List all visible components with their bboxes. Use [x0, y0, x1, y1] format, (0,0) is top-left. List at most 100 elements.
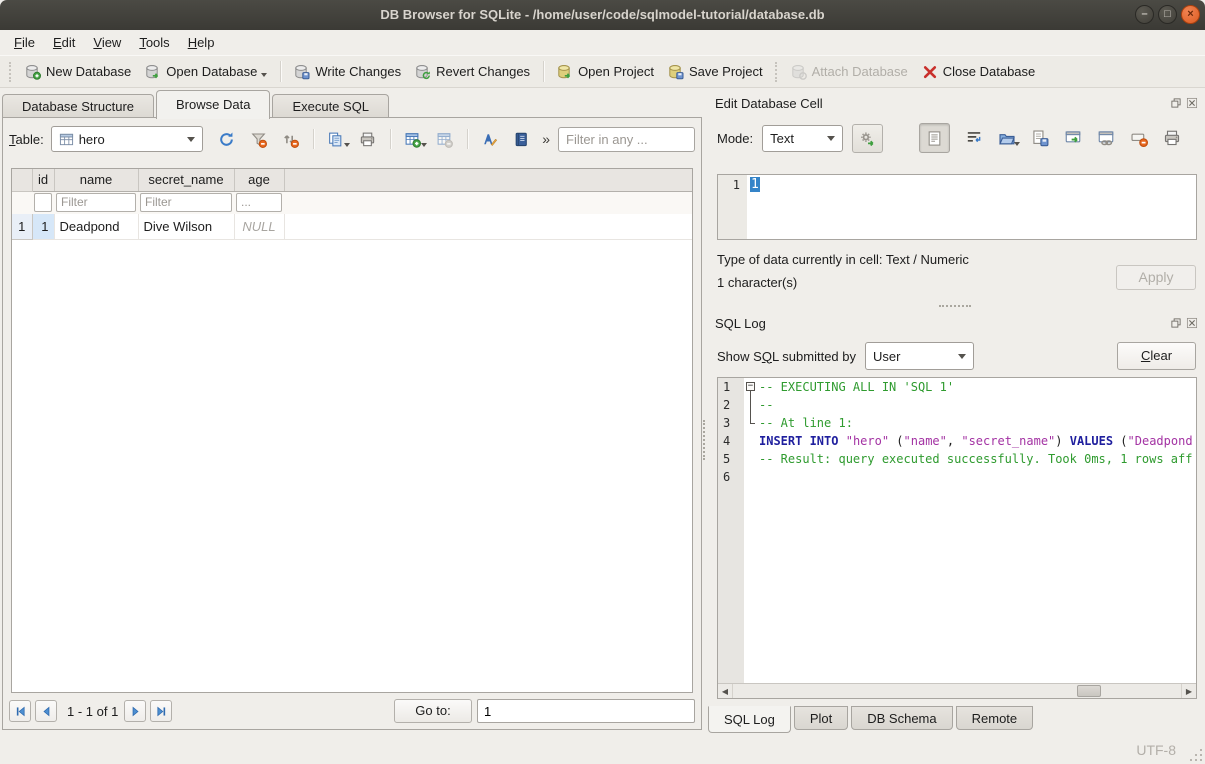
revert-changes-button[interactable]: Revert Changes	[408, 61, 537, 83]
close-database-button[interactable]: Close Database	[915, 61, 1043, 83]
dock-tab-remote[interactable]: Remote	[956, 706, 1034, 730]
column-header-age[interactable]: age	[234, 169, 284, 191]
dock-tab-plot[interactable]: Plot	[794, 706, 848, 730]
scrollbar-thumb[interactable]	[1077, 685, 1101, 697]
scroll-right-icon[interactable]: ▶	[1181, 684, 1196, 698]
table-select[interactable]: hero	[51, 126, 203, 152]
fold-marker[interactable]: −	[744, 378, 759, 396]
filter-input-age[interactable]: ...	[236, 193, 282, 212]
encoding-label: UTF-8	[1136, 742, 1176, 758]
mode-select[interactable]: Text	[762, 125, 843, 152]
horizontal-splitter[interactable]	[707, 301, 1203, 309]
scrollbar-track[interactable]	[733, 684, 1181, 698]
word-wrap-button[interactable]	[965, 129, 983, 147]
log-line-number: 6	[718, 468, 744, 486]
dock-tab-sql-log[interactable]: SQL Log	[708, 706, 791, 733]
vertical-splitter[interactable]	[703, 420, 706, 460]
next-record-button[interactable]	[124, 700, 146, 722]
apply-button[interactable]: Apply	[1116, 265, 1196, 290]
text-mode-toggle[interactable]	[919, 123, 950, 153]
close-panel-icon[interactable]	[1186, 317, 1198, 329]
sql-log-view[interactable]: 1−-- EXECUTING ALL IN 'SQL 1'2--3-- At l…	[717, 377, 1197, 699]
log-line-text: --	[759, 396, 1196, 414]
scroll-left-icon[interactable]: ◀	[718, 684, 733, 698]
log-horizontal-scrollbar[interactable]: ◀ ▶	[718, 683, 1196, 698]
open-database-button[interactable]: Open Database	[138, 60, 274, 83]
previous-record-button[interactable]	[35, 700, 57, 722]
clear-filter-button[interactable]	[247, 127, 271, 151]
sql-source-select[interactable]: User	[865, 342, 974, 370]
toolbar-overflow-chevron[interactable]: »	[542, 131, 550, 147]
chevron-down-icon[interactable]	[261, 73, 267, 80]
close-panel-icon[interactable]	[1186, 97, 1198, 109]
log-line-number: 2	[718, 396, 744, 414]
toolbar-button-label: New Database	[46, 64, 131, 79]
menu-edit[interactable]: Edit	[44, 30, 84, 55]
nav-prev-icon	[40, 705, 53, 718]
maximize-button[interactable]: □	[1158, 5, 1177, 24]
cell-secret_name[interactable]: Dive Wilson	[138, 214, 234, 239]
float-panel-icon[interactable]	[1170, 317, 1182, 329]
menu-file[interactable]: File	[5, 30, 44, 55]
import-file-button[interactable]	[998, 129, 1016, 147]
export-file-button[interactable]	[1031, 129, 1049, 147]
menu-tools[interactable]: Tools	[130, 30, 178, 55]
column-header-name[interactable]: name	[54, 169, 138, 191]
insert-record-button[interactable]	[401, 127, 425, 151]
set-null-button[interactable]	[1130, 129, 1148, 147]
open-project-button[interactable]: Open Project	[550, 61, 661, 83]
cell-id[interactable]: 1	[32, 214, 54, 239]
minimize-button[interactable]: –	[1135, 5, 1154, 24]
refresh-button[interactable]	[215, 127, 239, 151]
filter-input-name[interactable]: Filter	[56, 193, 136, 212]
tab-browse-data[interactable]: Browse Data	[156, 90, 270, 119]
float-panel-icon[interactable]	[1170, 97, 1182, 109]
goto-button[interactable]: Go to:	[394, 699, 472, 723]
filter-row-head	[12, 191, 32, 214]
chevron-down-icon[interactable]	[421, 143, 427, 150]
edit-format-button[interactable]	[478, 127, 502, 151]
find-in-table-button[interactable]	[510, 127, 534, 151]
close-button[interactable]: ×	[1181, 5, 1200, 24]
clear-sort-button[interactable]	[279, 127, 303, 151]
resize-grip[interactable]	[1190, 749, 1202, 761]
edit-format-icon	[481, 131, 498, 148]
fold-column	[744, 450, 759, 468]
cell-editor[interactable]: 1 1	[717, 174, 1197, 240]
cell-name[interactable]: Deadpond	[54, 214, 138, 239]
filter-any-input[interactable]	[558, 127, 695, 152]
filter-input-secret_name[interactable]: Filter	[140, 193, 232, 212]
print-button[interactable]	[356, 127, 380, 151]
column-header-secret_name[interactable]: secret_name	[138, 169, 234, 191]
open-in-editor-button[interactable]	[1064, 129, 1082, 147]
column-header-id[interactable]: id	[32, 169, 54, 191]
auto-apply-button[interactable]	[852, 124, 883, 153]
goto-input[interactable]	[477, 699, 695, 723]
link-data-icon	[1097, 129, 1115, 147]
editor-content[interactable]: 1	[747, 175, 760, 239]
cell-age[interactable]: NULL	[234, 214, 284, 239]
tab-database-structure[interactable]: Database Structure	[2, 94, 154, 118]
tab-execute-sql[interactable]: Execute SQL	[272, 94, 389, 118]
menu-view[interactable]: View	[84, 30, 130, 55]
filter-input-id[interactable]	[34, 193, 52, 212]
link-data-button[interactable]	[1097, 129, 1115, 147]
first-record-button[interactable]	[9, 700, 31, 722]
chevron-down-icon[interactable]	[1014, 142, 1020, 149]
chevron-down-icon[interactable]	[344, 143, 350, 150]
new-database-button[interactable]: New Database	[18, 61, 138, 83]
titlebar[interactable]: DB Browser for SQLite - /home/user/code/…	[0, 0, 1205, 30]
write-changes-button[interactable]: Write Changes	[287, 61, 408, 83]
delete-record-button[interactable]	[433, 127, 457, 151]
last-record-button[interactable]	[150, 700, 172, 722]
clear-log-button[interactable]: Clear	[1117, 342, 1196, 370]
log-line-text: INSERT INTO "hero" ("name", "secret_name…	[759, 432, 1196, 450]
print-button[interactable]	[1163, 129, 1181, 147]
dock-tab-db-schema[interactable]: DB Schema	[851, 706, 952, 730]
menu-help[interactable]: Help	[179, 30, 224, 55]
save-project-button[interactable]: Save Project	[661, 61, 770, 83]
row-header[interactable]: 1	[12, 214, 32, 239]
insert-record-icon	[404, 131, 421, 148]
copy-button[interactable]	[324, 127, 348, 151]
close-panel-icon	[1186, 317, 1198, 329]
